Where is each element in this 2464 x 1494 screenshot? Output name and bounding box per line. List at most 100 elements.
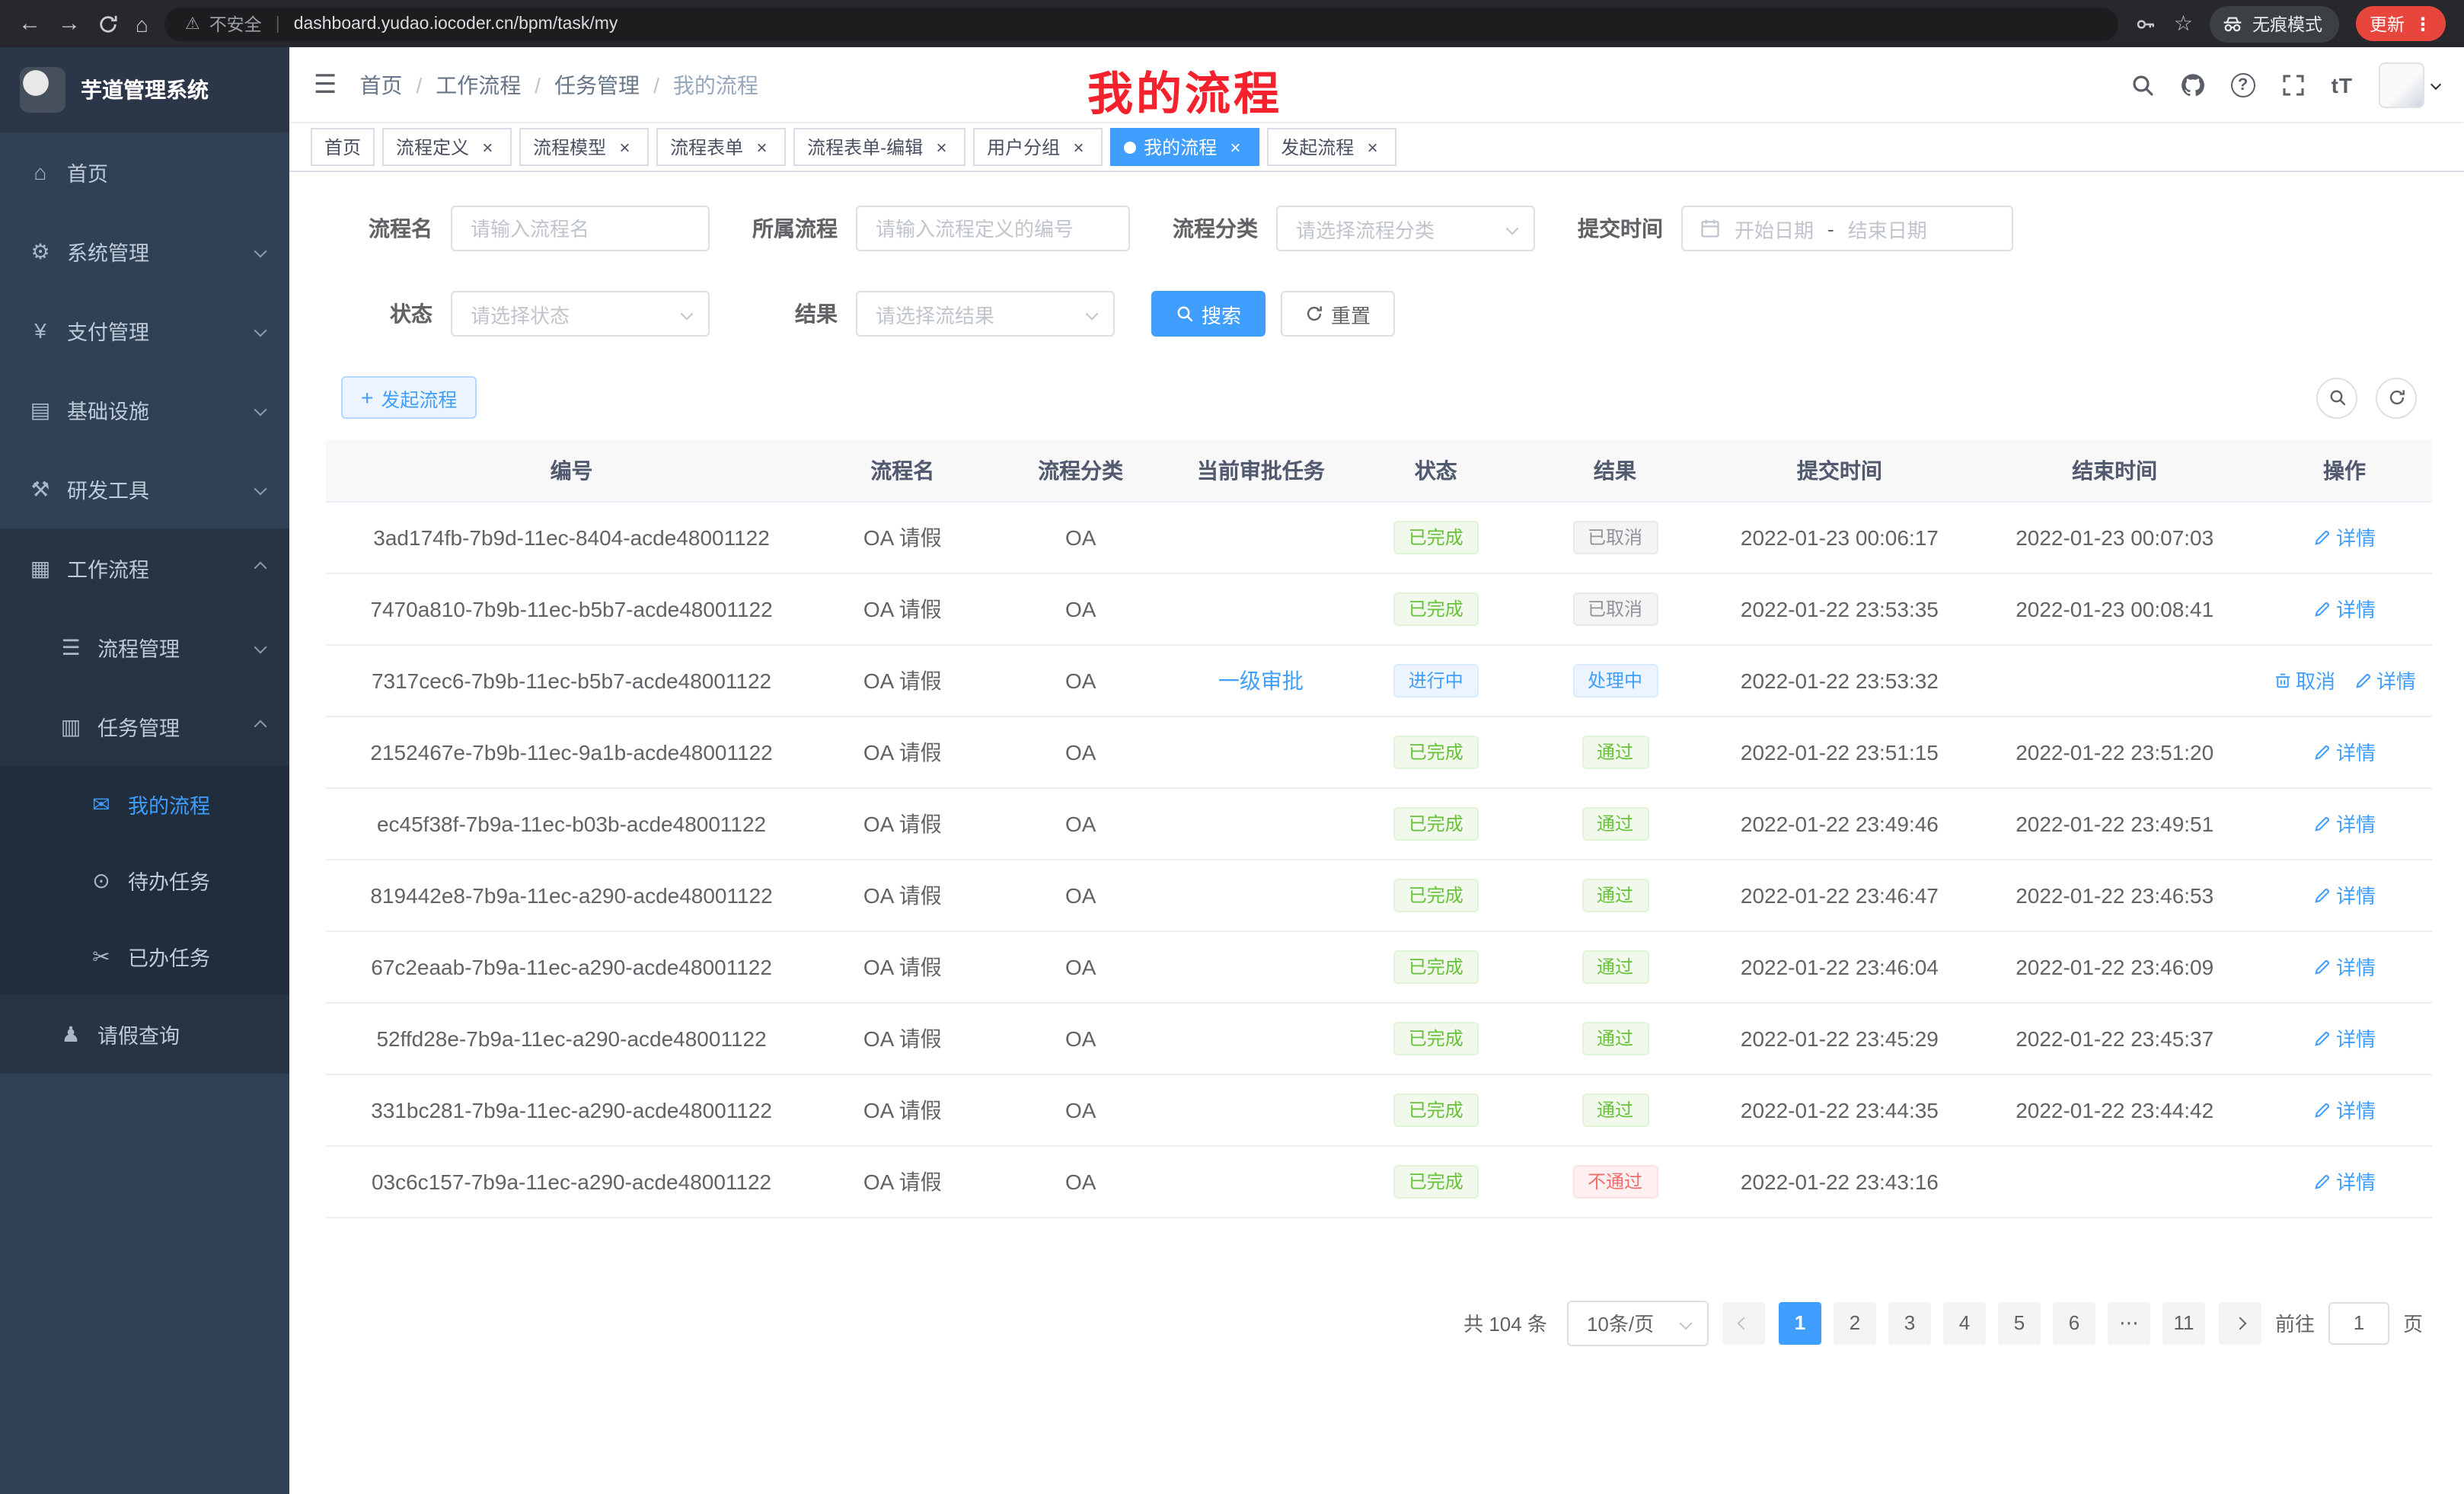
sidebar-item-home[interactable]: ⌂首页 bbox=[0, 132, 289, 212]
page-button-5[interactable]: 5 bbox=[1998, 1301, 2041, 1344]
next-page-button[interactable] bbox=[2219, 1301, 2261, 1344]
prev-page-button[interactable] bbox=[1722, 1301, 1765, 1344]
detail-action-link[interactable]: 详情 bbox=[2313, 952, 2376, 981]
cell-actions: 详情 bbox=[2257, 1002, 2432, 1074]
detail-action-link[interactable]: 详情 bbox=[2313, 1095, 2376, 1124]
tools-icon: ⚒ bbox=[27, 476, 53, 502]
detail-action-link[interactable]: 详情 bbox=[2313, 737, 2376, 766]
tab-process-definition[interactable]: 流程定义× bbox=[382, 128, 512, 166]
cell-id: 819442e8-7b9a-11ec-a290-acde48001122 bbox=[326, 859, 817, 931]
sidebar-item-leave-query[interactable]: ♟请假查询 bbox=[0, 994, 289, 1074]
detail-action-link[interactable]: 详情 bbox=[2354, 666, 2416, 694]
reset-button[interactable]: 重置 bbox=[1281, 291, 1395, 337]
detail-action-link[interactable]: 详情 bbox=[2313, 1167, 2376, 1196]
close-icon[interactable]: × bbox=[751, 136, 772, 158]
process-def-input[interactable] bbox=[856, 206, 1130, 251]
page-button-1[interactable]: 1 bbox=[1779, 1301, 1821, 1344]
forward-icon[interactable]: → bbox=[58, 12, 81, 35]
current-task-link[interactable]: 一级审批 bbox=[1218, 668, 1304, 692]
home-icon[interactable]: ⌂ bbox=[136, 13, 148, 34]
detail-action-link[interactable]: 详情 bbox=[2313, 880, 2376, 909]
page-button-6[interactable]: 6 bbox=[2053, 1301, 2095, 1344]
app-logo[interactable]: 芋道管理系统 bbox=[0, 47, 289, 132]
browser-menu-icon[interactable]: ⋮ bbox=[2414, 13, 2432, 34]
search-button[interactable]: 搜索 bbox=[1151, 291, 1266, 337]
url-text: dashboard.yudao.iocoder.cn/bpm/task/my bbox=[294, 14, 618, 33]
user-avatar[interactable] bbox=[2379, 62, 2440, 107]
tab-user-group[interactable]: 用户分组× bbox=[973, 128, 1103, 166]
help-icon[interactable]: ? bbox=[2231, 72, 2255, 97]
cell-submit-time: 2022-01-22 23:51:15 bbox=[1706, 716, 1972, 787]
table-row: 03c6c157-7b9a-11ec-a290-acde48001122OA 请… bbox=[326, 1145, 2432, 1217]
reload-icon[interactable] bbox=[97, 13, 119, 34]
update-button[interactable]: 更新 ⋮ bbox=[2356, 6, 2446, 41]
result-select[interactable]: 请选择流结果 bbox=[856, 291, 1115, 337]
close-icon[interactable]: × bbox=[1361, 136, 1383, 158]
table-row: 52ffd28e-7b9a-11ec-a290-acde48001122OA 请… bbox=[326, 1002, 2432, 1074]
key-icon[interactable] bbox=[2136, 13, 2157, 34]
close-icon[interactable]: × bbox=[1068, 136, 1089, 158]
github-icon[interactable] bbox=[2181, 72, 2205, 97]
cell-result: 通过 bbox=[1524, 1002, 1707, 1074]
sidebar-item-todo-task[interactable]: ⊙待办任务 bbox=[0, 842, 289, 918]
cell-id: 52ffd28e-7b9a-11ec-a290-acde48001122 bbox=[326, 1002, 817, 1074]
chevron-down-icon bbox=[254, 483, 267, 496]
home-icon: ⌂ bbox=[27, 160, 53, 184]
search-icon[interactable] bbox=[2130, 72, 2155, 97]
edit-icon bbox=[2313, 1172, 2332, 1190]
page-button-11[interactable]: 11 bbox=[2162, 1301, 2205, 1344]
fullscreen-icon[interactable] bbox=[2281, 72, 2306, 97]
app-title: 芋道管理系统 bbox=[81, 75, 209, 105]
cell-id: 7470a810-7b9b-11ec-b5b7-acde48001122 bbox=[326, 573, 817, 644]
tab-start-process[interactable]: 发起流程× bbox=[1267, 128, 1396, 166]
sidebar-item-infrastructure[interactable]: ▤基础设施 bbox=[0, 370, 289, 449]
detail-action-link[interactable]: 详情 bbox=[2313, 1023, 2376, 1052]
hamburger-menu-icon[interactable]: ☰ bbox=[314, 69, 337, 100]
cancel-action-link[interactable]: 取消 bbox=[2273, 666, 2335, 694]
tab-home[interactable]: 首页 bbox=[311, 128, 375, 166]
sidebar-item-process-mgmt[interactable]: ☰流程管理 bbox=[0, 608, 289, 687]
sidebar-item-workflow[interactable]: ▦工作流程 bbox=[0, 528, 289, 608]
detail-action-link[interactable]: 详情 bbox=[2313, 594, 2376, 623]
cell-id: 67c2eaab-7b9a-11ec-a290-acde48001122 bbox=[326, 931, 817, 1002]
status-select[interactable]: 请选择状态 bbox=[451, 291, 710, 337]
cell-current-task: 一级审批 bbox=[1173, 644, 1348, 716]
start-process-button[interactable]: + 发起流程 bbox=[341, 376, 477, 419]
close-icon[interactable]: × bbox=[614, 136, 635, 158]
page-button-2[interactable]: 2 bbox=[1834, 1301, 1876, 1344]
page-size-select[interactable]: 10条/页 bbox=[1567, 1300, 1709, 1346]
close-icon[interactable]: × bbox=[1224, 136, 1246, 158]
sidebar-item-payment[interactable]: ¥支付管理 bbox=[0, 291, 289, 370]
close-icon[interactable]: × bbox=[930, 136, 952, 158]
tab-process-form-edit[interactable]: 流程表单-编辑× bbox=[793, 128, 965, 166]
tab-my-process[interactable]: 我的流程× bbox=[1110, 128, 1259, 166]
more-pages-button[interactable]: ⋯ bbox=[2108, 1301, 2150, 1344]
tab-process-model[interactable]: 流程模型× bbox=[519, 128, 649, 166]
sidebar-item-my-process[interactable]: ✉我的流程 bbox=[0, 766, 289, 842]
goto-page-input[interactable] bbox=[2328, 1301, 2389, 1344]
sidebar-item-task-mgmt[interactable]: ▥任务管理 bbox=[0, 687, 289, 766]
sidebar-item-devtools[interactable]: ⚒研发工具 bbox=[0, 449, 289, 528]
date-range-picker[interactable]: 开始日期 - 结束日期 bbox=[1681, 206, 2013, 251]
process-name-input[interactable] bbox=[451, 206, 710, 251]
category-select[interactable]: 请选择流程分类 bbox=[1276, 206, 1535, 251]
font-size-icon[interactable]: tT bbox=[2332, 72, 2353, 97]
tab-process-form[interactable]: 流程表单× bbox=[656, 128, 786, 166]
back-icon[interactable]: ← bbox=[18, 12, 41, 35]
breadcrumb-item[interactable]: 任务管理 bbox=[554, 69, 640, 100]
refresh-table-button[interactable] bbox=[2376, 377, 2417, 418]
column-header-result: 结果 bbox=[1524, 440, 1707, 501]
show-search-button[interactable] bbox=[2316, 377, 2357, 418]
breadcrumb-item[interactable]: 首页 bbox=[360, 69, 403, 100]
detail-action-link[interactable]: 详情 bbox=[2313, 809, 2376, 838]
page-button-3[interactable]: 3 bbox=[1888, 1301, 1931, 1344]
bookmark-star-icon[interactable]: ☆ bbox=[2174, 11, 2193, 37]
column-header-actions: 操作 bbox=[2257, 440, 2432, 501]
close-icon[interactable]: × bbox=[477, 136, 498, 158]
breadcrumb-item[interactable]: 工作流程 bbox=[436, 69, 521, 100]
sidebar-item-system[interactable]: ⚙系统管理 bbox=[0, 212, 289, 291]
page-button-4[interactable]: 4 bbox=[1943, 1301, 1986, 1344]
address-bar[interactable]: ⚠ 不安全 | dashboard.yudao.iocoder.cn/bpm/t… bbox=[165, 7, 2119, 40]
sidebar-item-done-task[interactable]: ✂已办任务 bbox=[0, 918, 289, 994]
detail-action-link[interactable]: 详情 bbox=[2313, 522, 2376, 551]
